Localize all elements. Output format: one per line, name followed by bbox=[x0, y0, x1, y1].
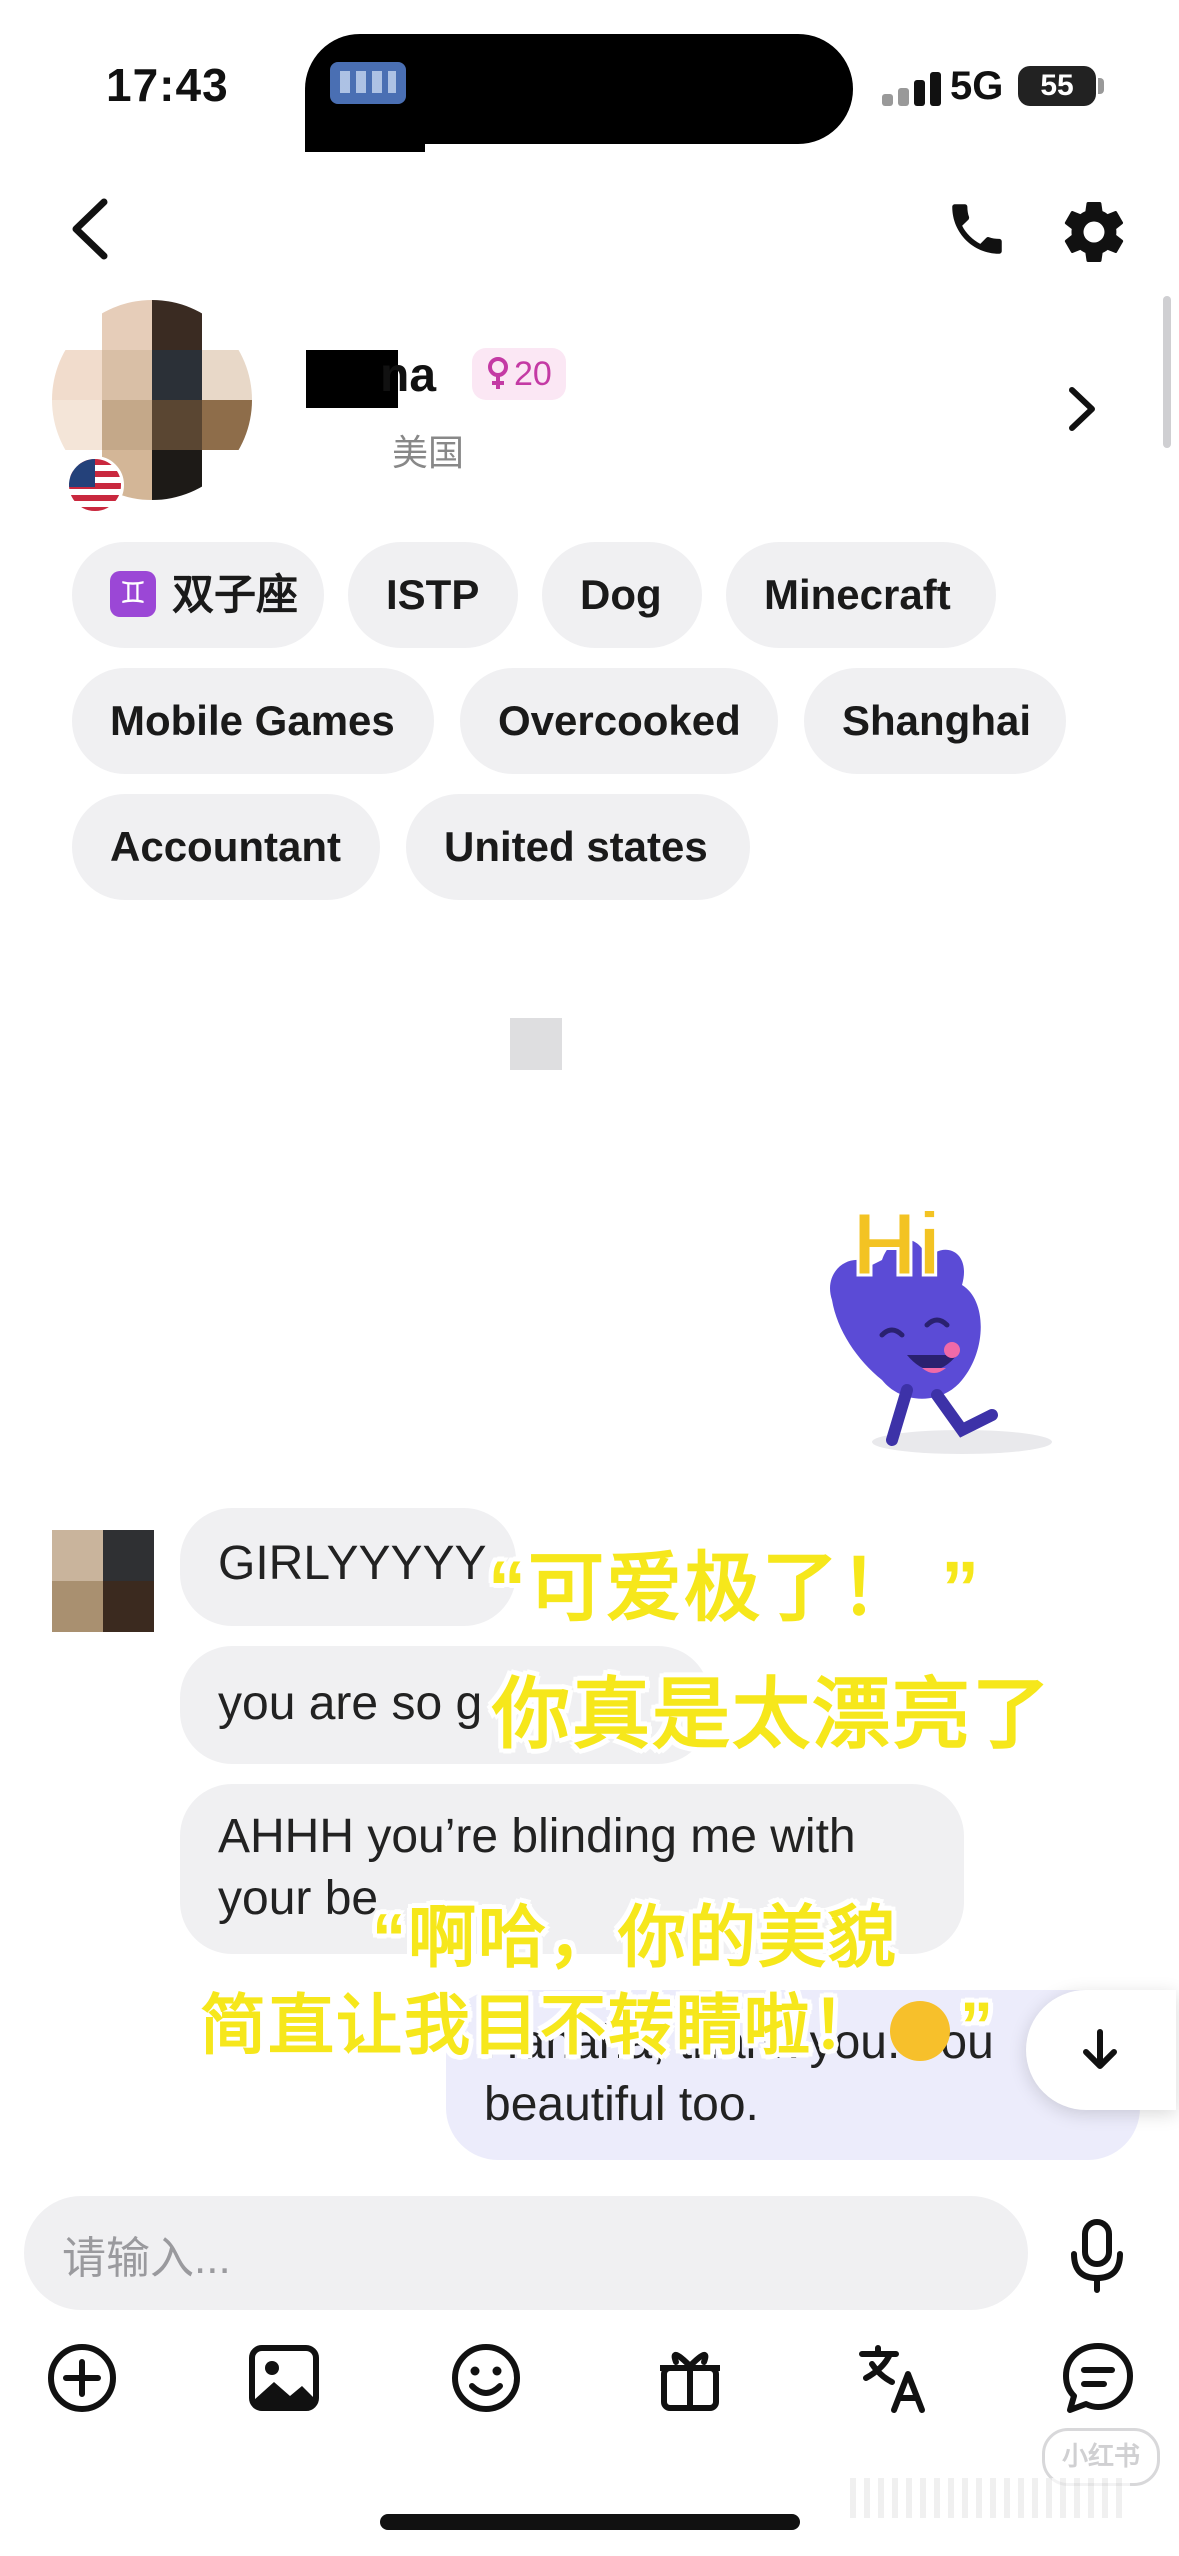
network-type: 5G bbox=[950, 64, 1004, 108]
image-icon[interactable] bbox=[246, 2340, 322, 2416]
caption-overlay: 简直让我目不转睛啦！” bbox=[200, 1988, 995, 2062]
profile-name: na bbox=[380, 349, 437, 402]
sender-avatar[interactable] bbox=[52, 1530, 154, 1632]
message-bubble[interactable]: GIRLYYYYY bbox=[180, 1508, 516, 1626]
female-icon bbox=[488, 357, 508, 389]
message-text: GIRLYYYYY bbox=[218, 1537, 487, 1590]
emoji-icon[interactable] bbox=[448, 2340, 524, 2416]
microphone-icon[interactable] bbox=[1068, 2218, 1126, 2294]
caption-overlay: 你真是太漂亮了 bbox=[492, 1670, 1053, 1758]
scrollbar[interactable] bbox=[1163, 296, 1171, 448]
scroll-down-button[interactable] bbox=[1026, 1990, 1176, 2110]
tag-mbti[interactable]: ISTP bbox=[348, 542, 518, 648]
tag-zodiac[interactable]: ♊ 双子座 bbox=[72, 542, 324, 648]
watermark-id bbox=[850, 2478, 1130, 2518]
tag-minecraft[interactable]: Minecraft bbox=[726, 542, 996, 648]
arrow-down-icon bbox=[1083, 2029, 1117, 2069]
translate-icon[interactable] bbox=[856, 2340, 932, 2416]
age-text: 20 bbox=[514, 355, 552, 393]
gender-age-badge: 20 bbox=[472, 348, 566, 400]
add-icon[interactable] bbox=[44, 2340, 120, 2416]
tag-dog[interactable]: Dog bbox=[542, 542, 702, 648]
profile-location: 美国 bbox=[392, 432, 465, 473]
tag-overcooked[interactable]: Overcooked bbox=[460, 668, 778, 774]
message-text: you are so g bbox=[218, 1677, 483, 1730]
home-indicator[interactable] bbox=[380, 2514, 800, 2530]
tag-shanghai[interactable]: Shanghai bbox=[804, 668, 1066, 774]
phone-icon[interactable] bbox=[944, 196, 1010, 262]
caption-overlay: “啊哈，你的美貌 bbox=[372, 1900, 899, 1976]
chevron-right-icon[interactable] bbox=[1062, 384, 1102, 434]
hi-sticker[interactable]: Hi bbox=[812, 1190, 1072, 1460]
live-activity-icon bbox=[330, 62, 406, 104]
battery-tip bbox=[1098, 78, 1104, 94]
tag-mobile-games[interactable]: Mobile Games bbox=[72, 668, 434, 774]
timestamp-placeholder bbox=[510, 1018, 562, 1070]
message-text-line: AHHH you’re blinding me with bbox=[218, 1810, 856, 1863]
caption-overlay: “可爱极了！ ” bbox=[488, 1546, 982, 1631]
message-input-placeholder: 请输入... bbox=[62, 2234, 231, 2283]
gemini-icon: ♊ bbox=[110, 570, 156, 617]
cat-emoji-icon bbox=[890, 2000, 950, 2061]
sticker-text: Hi bbox=[852, 1195, 942, 1295]
tag-accountant[interactable]: Accountant bbox=[72, 794, 380, 900]
back-icon[interactable] bbox=[64, 198, 116, 260]
tag-united-states[interactable]: United states bbox=[406, 794, 750, 900]
signal-icon bbox=[882, 68, 952, 106]
us-flag-icon bbox=[66, 456, 124, 514]
status-time: 17:43 bbox=[106, 59, 229, 111]
gift-icon[interactable] bbox=[652, 2340, 728, 2416]
battery-icon: 55 bbox=[1018, 66, 1096, 106]
gear-icon[interactable] bbox=[1058, 196, 1130, 268]
chat-icon[interactable] bbox=[1060, 2340, 1136, 2416]
